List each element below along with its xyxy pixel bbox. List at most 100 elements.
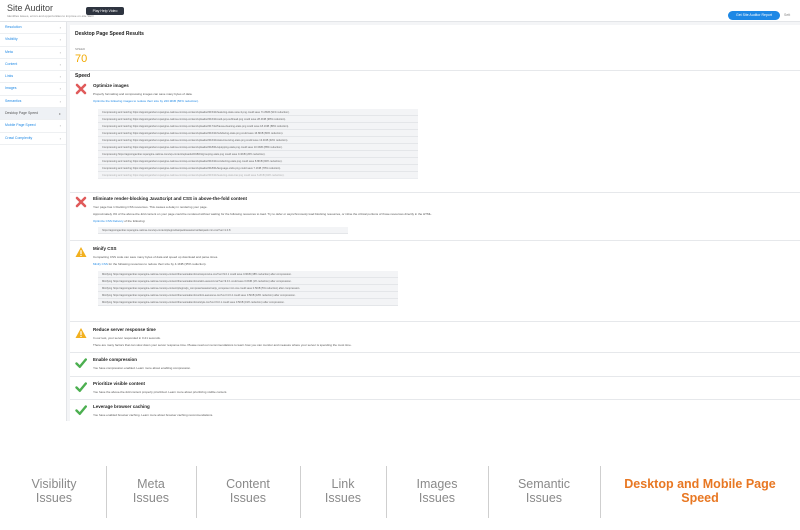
nav-separator — [106, 466, 107, 518]
rule-title: Eliminate render-blocking JavaScript and… — [93, 196, 248, 201]
app-title: Site Auditor — [7, 3, 54, 13]
list-item: Minifying https://appsingamber.repangine… — [98, 292, 398, 299]
nav-content-issues[interactable]: Content Issues — [198, 468, 298, 514]
sidebar-item-label: Desktop Page Speed — [5, 111, 39, 116]
score-value: 70 — [75, 53, 88, 65]
app-subtitle: Identifies issues, errors and opportunit… — [7, 14, 94, 18]
rule-title: Prioritize visible content — [93, 381, 146, 386]
list-item: Compressing and resizing https://appsing… — [98, 130, 418, 137]
list-item: https://appsingamber.repangine-natima.co… — [98, 227, 348, 234]
nav-label-line2: Issues — [132, 491, 170, 505]
nav-separator — [386, 466, 387, 518]
rule-link[interactable]: Optimize CSS Delivery — [93, 219, 124, 223]
rule-description-2: There are many factors that can slow dow… — [93, 343, 352, 347]
sidebar-item-label: Mobile Page Speed — [5, 123, 36, 128]
divider — [70, 240, 800, 241]
nav-label-line1: Desktop and Mobile Page — [624, 477, 776, 491]
rule-link-suffix: for the following resources to reduce th… — [107, 262, 207, 266]
nav-label-line2: Issues — [525, 491, 563, 505]
nav-label-line1: Visibility — [31, 477, 77, 491]
url-list: Compressing and resizing https://appsing… — [98, 109, 418, 179]
nav-label-line1: Link — [331, 477, 355, 491]
site-auditor-app: Site Auditor Identifies issues, errors a… — [0, 0, 800, 421]
nav-visibility-issues[interactable]: Visibility Issues — [6, 468, 102, 514]
chevron-right-icon: › — [59, 86, 61, 92]
settings-link[interactable]: Sett — [784, 13, 790, 17]
sidebar-item-visibility[interactable]: Visibility › — [0, 34, 66, 47]
nav-link-issues[interactable]: Link Issues — [302, 468, 384, 514]
sidebar-item-meta[interactable]: Meta › — [0, 47, 66, 59]
rule-title: Optimize images — [93, 83, 129, 88]
list-item: Compressing https://appsingamber.repangi… — [98, 151, 418, 158]
rule-description: Your page has 1 blocking CSS resources. … — [93, 205, 208, 209]
list-item: Compressing and resizing https://appsing… — [98, 116, 418, 123]
pass-check-icon — [75, 358, 87, 368]
rule-description: You have the above-the-fold content prop… — [93, 390, 228, 394]
divider — [70, 321, 800, 322]
divider — [70, 399, 800, 400]
rule-title: Leverage browser caching — [93, 404, 150, 409]
divider — [70, 376, 800, 377]
list-item: Compressing and resizing https://appsing… — [98, 123, 418, 130]
sidebar-item-resolution[interactable]: Resolution › — [0, 22, 66, 35]
list-item: Compressing and resizing https://appsing… — [98, 137, 418, 144]
sidebar-item-label: Content — [5, 61, 18, 66]
warning-triangle-icon — [75, 247, 87, 257]
rule-description: You have compression enabled. Learn more… — [93, 366, 191, 370]
pass-check-icon — [75, 405, 87, 415]
sidebar: Resolution › Visibility › Meta › Content › L… — [0, 22, 67, 421]
rule-link[interactable]: Optimize the following images to reduce … — [93, 99, 199, 103]
chevron-right-icon: › — [59, 135, 61, 141]
score-label: SPEED — [75, 47, 86, 51]
sidebar-item-links[interactable]: Links › — [0, 71, 66, 84]
rule-description: Properly formatting and compressing imag… — [93, 92, 193, 96]
sidebar-item-semantics[interactable]: Semantics › — [0, 96, 66, 109]
nav-separator — [600, 466, 601, 518]
nav-label-line2: Issues — [324, 491, 362, 505]
divider — [70, 192, 800, 193]
nav-label-line1: Semantic — [517, 477, 571, 491]
sidebar-item-label: Semantics — [5, 98, 22, 103]
rule-title: Minify CSS — [93, 246, 117, 251]
fail-x-icon — [75, 83, 87, 95]
list-item: Compressing and resizing https://appsing… — [98, 158, 418, 165]
play-help-video-button[interactable]: Play Help Video — [86, 7, 124, 15]
nav-separator — [196, 466, 197, 518]
nav-page-speed[interactable]: Desktop and Mobile Page Speed — [604, 468, 796, 514]
chevron-right-icon: › — [59, 98, 61, 104]
sidebar-item-content[interactable]: Content › — [0, 59, 66, 72]
list-item: Compressing and resizing https://appsing… — [98, 165, 418, 172]
app-header: Site Auditor Identifies issues, errors a… — [0, 0, 800, 22]
nav-label-line2: Issues — [35, 491, 73, 505]
sidebar-item-images[interactable]: Images › — [0, 83, 66, 96]
url-list: Minifying https://appsingamber.repangine… — [98, 271, 398, 306]
list-item: Compressing and resizing https://appsing… — [98, 144, 418, 151]
sidebar-item-desktop-page-speed[interactable]: Desktop Page Speed ▸ — [0, 108, 66, 121]
nav-meta-issues[interactable]: Meta Issues — [108, 468, 194, 514]
sidebar-item-label: Crawl Complexity — [5, 135, 33, 140]
sidebar-item-label: Resolution — [5, 25, 22, 29]
nav-semantic-issues[interactable]: Semantic Issues — [490, 468, 598, 514]
sidebar-item-crawl-complexity[interactable]: Crawl Complexity › — [0, 133, 66, 145]
rule-link-line: Optimize CSS Delivery of the following: — [93, 219, 145, 223]
nav-label-line1: Meta — [137, 477, 165, 491]
nav-label-line2: Issues — [418, 491, 456, 505]
chevron-right-icon: › — [59, 74, 61, 80]
sidebar-item-mobile-page-speed[interactable]: Mobile Page Speed › — [0, 120, 66, 133]
section-heading: Speed — [75, 73, 91, 79]
list-item: Compressing and resizing https://appsing… — [98, 172, 418, 179]
nav-images-issues[interactable]: Images Issues — [388, 468, 486, 514]
nav-label-line1: Images — [416, 477, 458, 491]
get-report-button[interactable]: Get Site Auditor Report — [728, 11, 780, 20]
url-list: https://appsingamber.repangine-natima.co… — [98, 227, 348, 234]
rule-description-2: Approximately 4% of the above-the-fold c… — [93, 212, 433, 216]
list-item: Minifying https://appsingamber.repangine… — [98, 285, 398, 292]
rule-description: Compacting CSS code can save many bytes … — [93, 255, 219, 259]
rule-title: Reduce server response time — [93, 327, 156, 332]
list-item: Compressing and resizing https://appsing… — [98, 109, 418, 116]
sidebar-item-label: Visibility — [5, 37, 18, 42]
page-title: Desktop Page Speed Results — [75, 31, 144, 37]
rule-link[interactable]: Minify CSS — [93, 262, 108, 266]
chevron-right-icon: › — [59, 49, 61, 55]
pass-check-icon — [75, 382, 87, 392]
